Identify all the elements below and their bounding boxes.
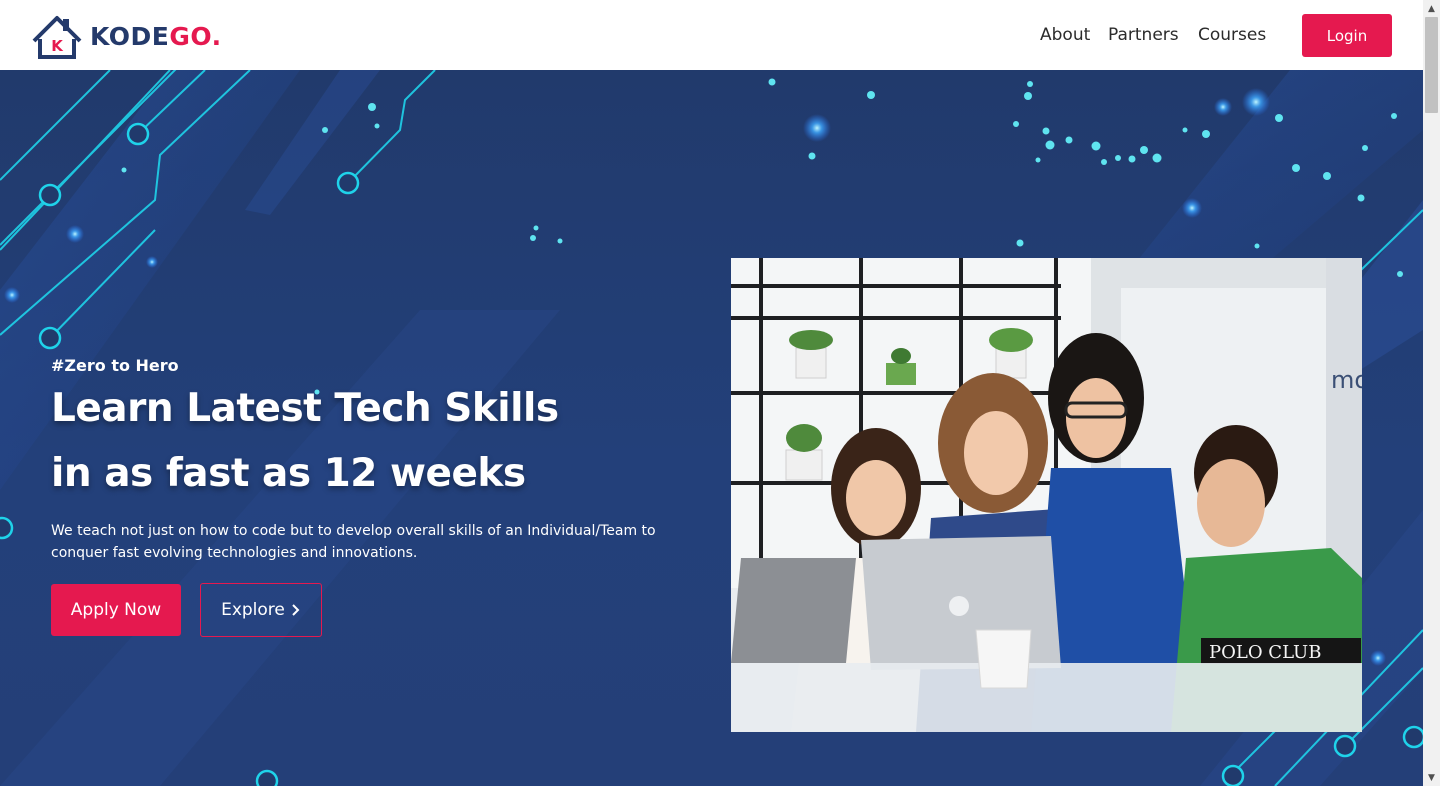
site-header: K KODEGO. About Partners Courses Login xyxy=(0,0,1423,70)
apply-now-button[interactable]: Apply Now xyxy=(51,584,181,636)
brand-name-main: KODE xyxy=(90,21,170,51)
wall-text: mo xyxy=(1331,366,1362,394)
team-photo: mo POLO CLUB xyxy=(731,258,1362,732)
page-scrollbar[interactable]: ▲ ▼ xyxy=(1423,0,1440,786)
hero-headline-line2: in as fast as 12 weeks xyxy=(51,451,526,496)
team-photo-image: mo POLO CLUB xyxy=(731,258,1362,732)
house-logo-icon: K xyxy=(32,16,82,59)
scroll-down-arrow-icon[interactable]: ▼ xyxy=(1423,769,1440,786)
explore-button-label: Explore xyxy=(221,600,285,620)
scroll-thumb[interactable] xyxy=(1425,17,1438,113)
scroll-up-arrow-icon[interactable]: ▲ xyxy=(1423,0,1440,17)
logo-letter: K xyxy=(51,37,64,55)
explore-button[interactable]: Explore xyxy=(200,583,322,637)
login-button[interactable]: Login xyxy=(1302,14,1392,57)
hero-section: #Zero to Hero Learn Latest Tech Skills i… xyxy=(0,70,1423,786)
hero-tagline: #Zero to Hero xyxy=(51,356,179,375)
brand-name: KODEGO. xyxy=(90,22,222,51)
shirt-text: POLO CLUB xyxy=(1209,642,1321,663)
nav-partners[interactable]: Partners xyxy=(1108,25,1179,45)
kodego-logo[interactable]: K KODEGO. xyxy=(30,11,222,61)
chevron-right-icon xyxy=(292,604,300,616)
hero-description: We teach not just on how to code but to … xyxy=(51,523,656,561)
hero-headline-line1: Learn Latest Tech Skills xyxy=(51,386,559,431)
nav-about[interactable]: About xyxy=(1040,25,1090,45)
nav-courses[interactable]: Courses xyxy=(1198,25,1266,45)
brand-name-accent: GO. xyxy=(169,21,222,51)
